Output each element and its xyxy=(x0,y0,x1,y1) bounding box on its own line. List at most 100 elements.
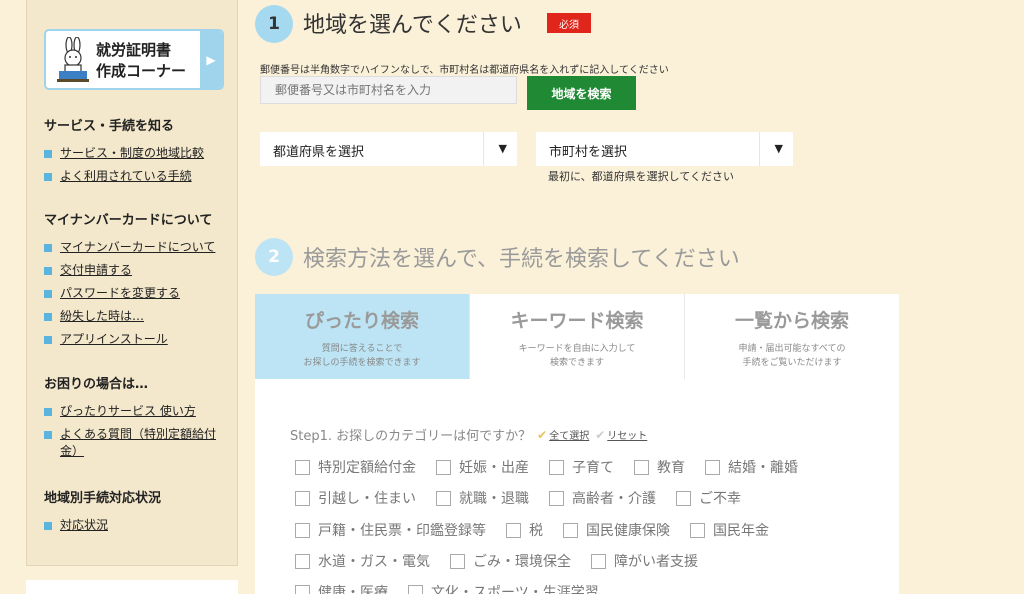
postal-input-note: 郵便番号は半角数字でハイフンなしで、市町村名は都道府県名を入れずに記入してくださ… xyxy=(260,65,669,76)
search-method-tabs: ぴったり検索 質問に答えることで お探しの手続を検索できます キーワード検索 キ… xyxy=(255,294,899,386)
category-row: 特別定額給付金 妊娠・出産 子育て 教育 結婚・離婚 xyxy=(295,457,818,477)
bullet-icon xyxy=(44,522,52,530)
checkbox-icon xyxy=(549,459,564,475)
bullet-icon xyxy=(44,313,52,321)
checkbox-icon xyxy=(295,553,310,569)
category-checkbox[interactable]: ごみ・環境保全 xyxy=(450,551,571,571)
sidebar-bottom-box xyxy=(26,580,238,594)
checkbox-icon xyxy=(690,522,705,538)
reset-link[interactable]: リセット xyxy=(607,427,647,442)
work-certificate-banner[interactable]: 就労証明書 作成コーナー ▶ xyxy=(44,29,224,90)
chevron-right-icon: ▶ xyxy=(200,31,222,88)
side-section-services: サービス・手続を知る サービス・制度の地域比較 よく利用されている手続 xyxy=(44,115,234,191)
category-checkbox[interactable]: 就職・退職 xyxy=(436,488,529,508)
side-link-apply[interactable]: 交付申請する xyxy=(44,262,234,279)
side-link-app-install[interactable]: アプリインストール xyxy=(44,331,234,348)
tab-description: 申請・届出可能なすべての 手続をご覧いただけます xyxy=(738,344,846,368)
category-row: 健康・医療 文化・スポーツ・生涯学習 xyxy=(295,582,619,594)
side-link-password[interactable]: パスワードを変更する xyxy=(44,285,234,302)
side-heading: マイナンバーカードについて xyxy=(44,213,213,228)
tab-title: 一覧から検索 xyxy=(734,310,849,332)
category-row: 水道・ガス・電気 ごみ・環境保全 障がい者支援 xyxy=(295,551,718,571)
category-checkbox[interactable]: 文化・スポーツ・生涯学習 xyxy=(408,582,599,594)
checkbox-icon xyxy=(408,584,423,594)
prefecture-select-label: 都道府県を選択 xyxy=(273,145,365,160)
step-number-2: 2 xyxy=(255,238,293,276)
category-question: Step1. お探しのカテゴリーは何ですか？ ✔ 全て選択 ✔ リセット xyxy=(290,425,647,445)
checkmark-icon: ✔ xyxy=(595,427,606,442)
side-link-lost[interactable]: 紛失した時は… xyxy=(44,308,234,325)
sidebar: 就労証明書 作成コーナー ▶ サービス・手続を知る サービス・制度の地域比較 よ… xyxy=(26,0,238,566)
banner-title-line1: 就労証明書 xyxy=(96,41,172,59)
dropdown-arrow-icon: ▼ xyxy=(774,142,783,155)
tab-list-search[interactable]: 一覧から検索 申請・届出可能なすべての 手続をご覧いただけます xyxy=(685,294,899,379)
city-select[interactable]: 市町村を選択 ▼ xyxy=(536,132,793,166)
checkbox-icon xyxy=(450,553,465,569)
category-checkbox[interactable]: 戸籍・住民票・印鑑登録等 xyxy=(295,520,486,540)
category-checkbox[interactable]: ご不幸 xyxy=(676,488,741,508)
checkmark-icon: ✔ xyxy=(537,427,548,442)
category-checkbox[interactable]: 結婚・離婚 xyxy=(705,457,798,477)
side-link-region-compare[interactable]: サービス・制度の地域比較 xyxy=(44,145,234,162)
checkbox-icon xyxy=(676,490,691,506)
category-checkbox[interactable]: 高齢者・介護 xyxy=(549,488,656,508)
checkbox-icon xyxy=(436,459,451,475)
side-heading: サービス・手続を知る xyxy=(44,119,175,134)
city-select-label: 市町村を選択 xyxy=(549,145,628,160)
side-link-faq[interactable]: よくある質問（特別定額給付金） xyxy=(44,426,234,460)
side-section-help: お困りの場合は… ぴったりサービス 使い方 よくある質問（特別定額給付金） xyxy=(44,373,234,466)
step2-title: 検索方法を選んで、手続を検索してください xyxy=(303,247,740,272)
tab-description: 質問に答えることで お探しの手続を検索できます xyxy=(303,344,421,368)
category-row: 引越し・住まい 就職・退職 高齢者・介護 ご不幸 xyxy=(295,488,761,508)
bullet-icon xyxy=(44,431,52,439)
checkbox-icon xyxy=(295,522,310,538)
category-checkbox[interactable]: 引越し・住まい xyxy=(295,488,416,508)
side-section-regional: 地域別手続対応状況 対応状況 xyxy=(44,487,234,540)
side-link-howto[interactable]: ぴったりサービス 使い方 xyxy=(44,403,234,420)
bullet-icon xyxy=(44,150,52,158)
side-link-mynumber-about[interactable]: マイナンバーカードについて xyxy=(44,239,234,256)
category-checkbox[interactable]: 水道・ガス・電気 xyxy=(295,551,430,571)
region-search-button[interactable]: 地域を検索 xyxy=(527,76,636,110)
select-divider xyxy=(759,132,760,166)
checkbox-icon xyxy=(506,522,521,538)
category-checkbox[interactable]: 税 xyxy=(506,520,543,540)
required-badge: 必須 xyxy=(547,13,591,33)
tab-description: キーワードを自由に入力して 検索できます xyxy=(518,344,636,368)
checkbox-icon xyxy=(436,490,451,506)
category-checkbox[interactable]: 障がい者支援 xyxy=(591,551,698,571)
rabbit-mascot-icon xyxy=(57,37,89,82)
prefecture-select[interactable]: 都道府県を選択 ▼ xyxy=(260,132,517,166)
category-row: 戸籍・住民票・印鑑登録等 税 国民健康保険 国民年金 xyxy=(295,520,789,540)
category-checkbox[interactable]: 健康・医療 xyxy=(295,582,388,594)
tab-title: ぴったり検索 xyxy=(304,310,419,332)
select-divider xyxy=(483,132,484,166)
checkbox-icon xyxy=(591,553,606,569)
category-panel: Step1. お探しのカテゴリーは何ですか？ ✔ 全て選択 ✔ リセット 特別定… xyxy=(255,379,899,594)
category-checkbox[interactable]: 国民年金 xyxy=(690,520,769,540)
select-all-link[interactable]: 全て選択 xyxy=(549,427,589,442)
step1-title: 地域を選んでください xyxy=(303,13,522,38)
category-question-label: Step1. お探しのカテゴリーは何ですか？ xyxy=(290,429,532,444)
tab-keyword-search[interactable]: キーワード検索 キーワードを自由に入力して 検索できます xyxy=(470,294,685,379)
category-checkbox[interactable]: 教育 xyxy=(634,457,685,477)
category-checkbox[interactable]: 子育て xyxy=(549,457,614,477)
category-checkbox[interactable]: 特別定額給付金 xyxy=(295,457,416,477)
bullet-icon xyxy=(44,408,52,416)
side-link-popular[interactable]: よく利用されている手続 xyxy=(44,168,234,185)
side-heading: お困りの場合は… xyxy=(44,377,149,392)
checkbox-icon xyxy=(705,459,720,475)
checkbox-icon xyxy=(634,459,649,475)
category-checkbox[interactable]: 国民健康保険 xyxy=(563,520,670,540)
checkbox-icon xyxy=(549,490,564,506)
postal-search-input[interactable] xyxy=(260,76,517,104)
bullet-icon xyxy=(44,336,52,344)
side-section-mynumber: マイナンバーカードについて マイナンバーカードについて 交付申請する パスワード… xyxy=(44,209,234,354)
category-checkbox[interactable]: 妊娠・出産 xyxy=(436,457,529,477)
side-link-status[interactable]: 対応状況 xyxy=(44,517,234,534)
checkbox-icon xyxy=(295,490,310,506)
bullet-icon xyxy=(44,267,52,275)
tab-pittari-search[interactable]: ぴったり検索 質問に答えることで お探しの手続を検索できます xyxy=(255,294,470,386)
banner-title-line2: 作成コーナー xyxy=(96,62,187,80)
checkbox-icon xyxy=(563,522,578,538)
